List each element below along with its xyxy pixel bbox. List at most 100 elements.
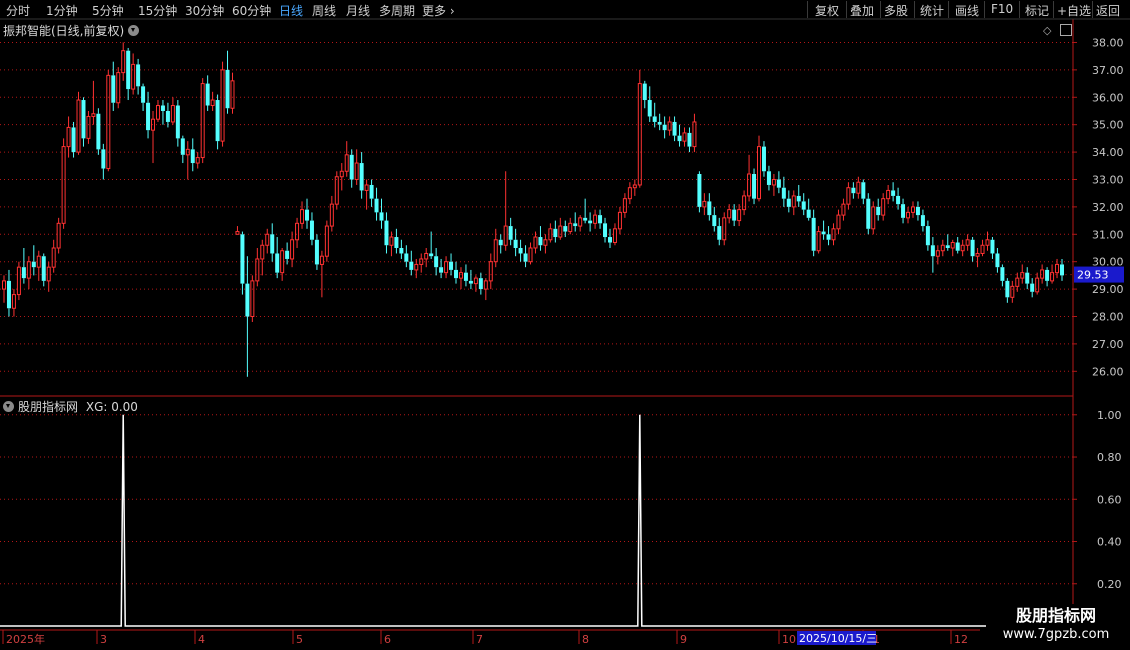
candle <box>1045 267 1050 287</box>
period-tab-5min[interactable]: 5分钟 <box>92 2 124 19</box>
multi-stock-button[interactable]: 多股 <box>884 2 908 19</box>
candle-body <box>757 146 762 200</box>
candle <box>647 86 652 122</box>
candle <box>503 171 508 251</box>
draw-line-button[interactable]: 画线 <box>955 2 979 19</box>
candle-body <box>483 280 488 290</box>
candle <box>876 198 881 221</box>
candle-body <box>399 247 404 254</box>
period-tab-30min[interactable]: 30分钟 <box>185 2 224 19</box>
candle <box>334 171 339 210</box>
candle-body <box>185 148 190 156</box>
candle-body <box>886 189 891 200</box>
candle <box>260 239 265 276</box>
period-tab-fenshi[interactable]: 分时 <box>6 2 30 19</box>
candle <box>836 209 841 235</box>
candle <box>965 234 970 251</box>
candle <box>444 256 449 279</box>
candle <box>71 121 76 158</box>
candle <box>553 220 558 243</box>
candle-body <box>36 255 41 268</box>
candle <box>160 100 165 125</box>
candle-body <box>836 214 841 230</box>
candle-body <box>155 105 160 120</box>
x-tick-label: 11 <box>866 633 880 646</box>
candle-body <box>290 239 295 260</box>
y-tick-label: 36.00 <box>1092 91 1124 104</box>
candle-body <box>101 149 106 169</box>
candle <box>945 234 950 251</box>
candle <box>766 165 771 191</box>
candle <box>434 247 439 276</box>
chevron-down-icon[interactable] <box>3 401 14 412</box>
candle-body <box>21 267 26 279</box>
candle-body <box>46 266 51 282</box>
candle <box>66 116 71 158</box>
period-tab-1min[interactable]: 1分钟 <box>46 2 78 19</box>
kline-chart[interactable]: 26.0027.0028.0029.0030.0031.0032.0033.00… <box>0 0 1130 650</box>
candle <box>429 231 434 259</box>
candle-body <box>76 99 81 153</box>
period-tab-15min[interactable]: 15分钟 <box>138 2 177 19</box>
stock-title-label: 振邦智能(日线,前复权) <box>3 24 125 38</box>
diamond-icon[interactable]: ◇ <box>1043 24 1051 37</box>
candle-body <box>896 195 901 205</box>
candle <box>309 212 314 246</box>
f10-button[interactable]: F10 <box>991 2 1013 16</box>
candle-body <box>846 187 851 205</box>
candle-body <box>766 171 771 185</box>
candle-body <box>409 261 414 270</box>
candle-body <box>901 204 906 218</box>
toolbar-divider <box>880 1 881 18</box>
candle-body <box>826 234 831 240</box>
candle-body <box>667 121 672 131</box>
candle <box>990 237 995 259</box>
mark-button[interactable]: 标记 <box>1025 2 1049 19</box>
candle <box>593 209 598 229</box>
indicator-title[interactable]: 股朋指标网 XG: 0.00 <box>3 398 138 415</box>
period-tab-multi[interactable]: 多周期 <box>379 2 415 19</box>
candle-body <box>304 209 309 221</box>
candle <box>146 91 151 139</box>
back-button[interactable]: 返回 <box>1096 2 1120 19</box>
main-chart-title[interactable]: 振邦智能(日线,前复权) <box>3 22 140 39</box>
more-menu-button[interactable]: 更多 › <box>422 2 455 19</box>
candle <box>106 69 111 172</box>
candle <box>662 116 667 139</box>
fuquan-button[interactable]: 复权 <box>815 2 839 19</box>
candle-body <box>389 236 394 246</box>
candle <box>806 198 811 221</box>
overlay-button[interactable]: 叠加 <box>850 2 874 19</box>
candle-body <box>707 201 712 216</box>
chevron-down-icon[interactable] <box>128 25 140 36</box>
candle-body <box>121 50 126 74</box>
candle-body <box>687 132 692 147</box>
candle-body <box>727 209 732 219</box>
candle <box>737 204 742 227</box>
candle-body <box>384 220 389 246</box>
candle <box>528 242 533 265</box>
add-watchlist-button[interactable]: +自选 <box>1057 2 1091 19</box>
candle-body <box>300 209 305 224</box>
panel-toggle-icon[interactable] <box>1060 24 1072 36</box>
period-tab-monthly[interactable]: 月线 <box>346 2 370 19</box>
candle-body <box>160 105 165 111</box>
candle-body <box>603 223 608 238</box>
candle-body <box>856 181 861 194</box>
candle-body <box>503 225 508 246</box>
y-tick-label: 29.00 <box>1092 283 1124 296</box>
y-tick-label: 0.40 <box>1097 536 1122 549</box>
candle-body <box>449 261 454 270</box>
candle-body <box>374 198 379 213</box>
candle-body <box>642 83 647 101</box>
candle <box>151 110 156 164</box>
candle-body <box>275 253 280 273</box>
candle-body <box>1045 269 1050 281</box>
period-tab-weekly[interactable]: 周线 <box>312 2 336 19</box>
candle-body <box>26 261 31 279</box>
candle <box>727 204 732 224</box>
statistics-button[interactable]: 统计 <box>920 2 944 19</box>
period-tab-60min[interactable]: 60分钟 <box>232 2 271 19</box>
candle <box>155 100 160 122</box>
period-tab-daily[interactable]: 日线 <box>279 2 303 19</box>
